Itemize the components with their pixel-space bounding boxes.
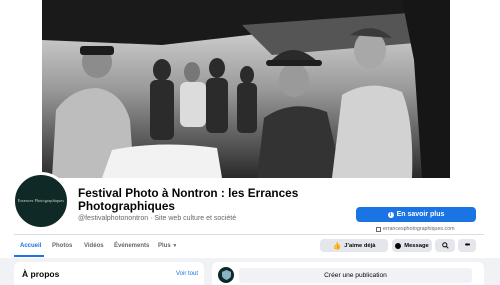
about-title: À propos — [22, 269, 60, 279]
external-link-icon — [376, 226, 381, 232]
avatar-logo-text: Errances Photographiques — [17, 197, 65, 203]
about-card: À propos Voir tout — [14, 262, 204, 285]
info-icon: i — [387, 211, 394, 218]
composer-avatar[interactable] — [218, 267, 234, 283]
chevron-down-icon: ▼ — [172, 243, 178, 249]
shield-icon — [221, 270, 231, 280]
tab-accueil[interactable]: Accueil — [20, 243, 41, 249]
tab-photos[interactable]: Photos — [52, 243, 72, 249]
message-button[interactable]: Message — [392, 239, 432, 252]
tab-plus-label: Plus — [158, 243, 171, 249]
page-title: Festival Photo à Nontron : les Errances … — [78, 186, 299, 213]
search-button[interactable] — [435, 239, 455, 252]
tab-videos[interactable]: Vidéos — [84, 243, 104, 249]
learn-more-button[interactable]: i En savoir plus — [356, 207, 476, 222]
composer-card: Créer une publication — [212, 262, 484, 285]
more-icon: ••• — [464, 242, 470, 249]
thumbs-up-icon: 👍 — [332, 242, 342, 250]
search-icon — [441, 242, 449, 249]
learn-more-label: En savoir plus — [396, 211, 445, 218]
message-label: Message — [404, 242, 429, 249]
tab-plus[interactable]: Plus ▼ — [158, 243, 177, 249]
see-all-link[interactable]: Voir tout — [176, 271, 198, 277]
messenger-icon — [395, 242, 402, 249]
cover-area — [0, 0, 500, 178]
create-post-input[interactable]: Créer une publication — [239, 268, 472, 283]
header-divider — [14, 234, 484, 235]
avatar[interactable]: Errances Photographiques — [12, 172, 70, 230]
more-button[interactable]: ••• — [458, 239, 476, 252]
like-label: J’aime déjà — [344, 242, 376, 249]
active-tab-indicator — [14, 255, 44, 257]
cover-photo-image — [42, 0, 450, 178]
tab-evenements[interactable]: Événements — [114, 243, 149, 249]
website-label: errancesphotographiques.com — [383, 226, 455, 232]
website-link[interactable]: errancesphotographiques.com — [376, 226, 455, 232]
cover-photo[interactable] — [42, 0, 450, 178]
like-button[interactable]: 👍 J’aime déjà — [320, 239, 388, 252]
page-subtitle: @festivalphotonontron · Site web culture… — [78, 215, 237, 222]
